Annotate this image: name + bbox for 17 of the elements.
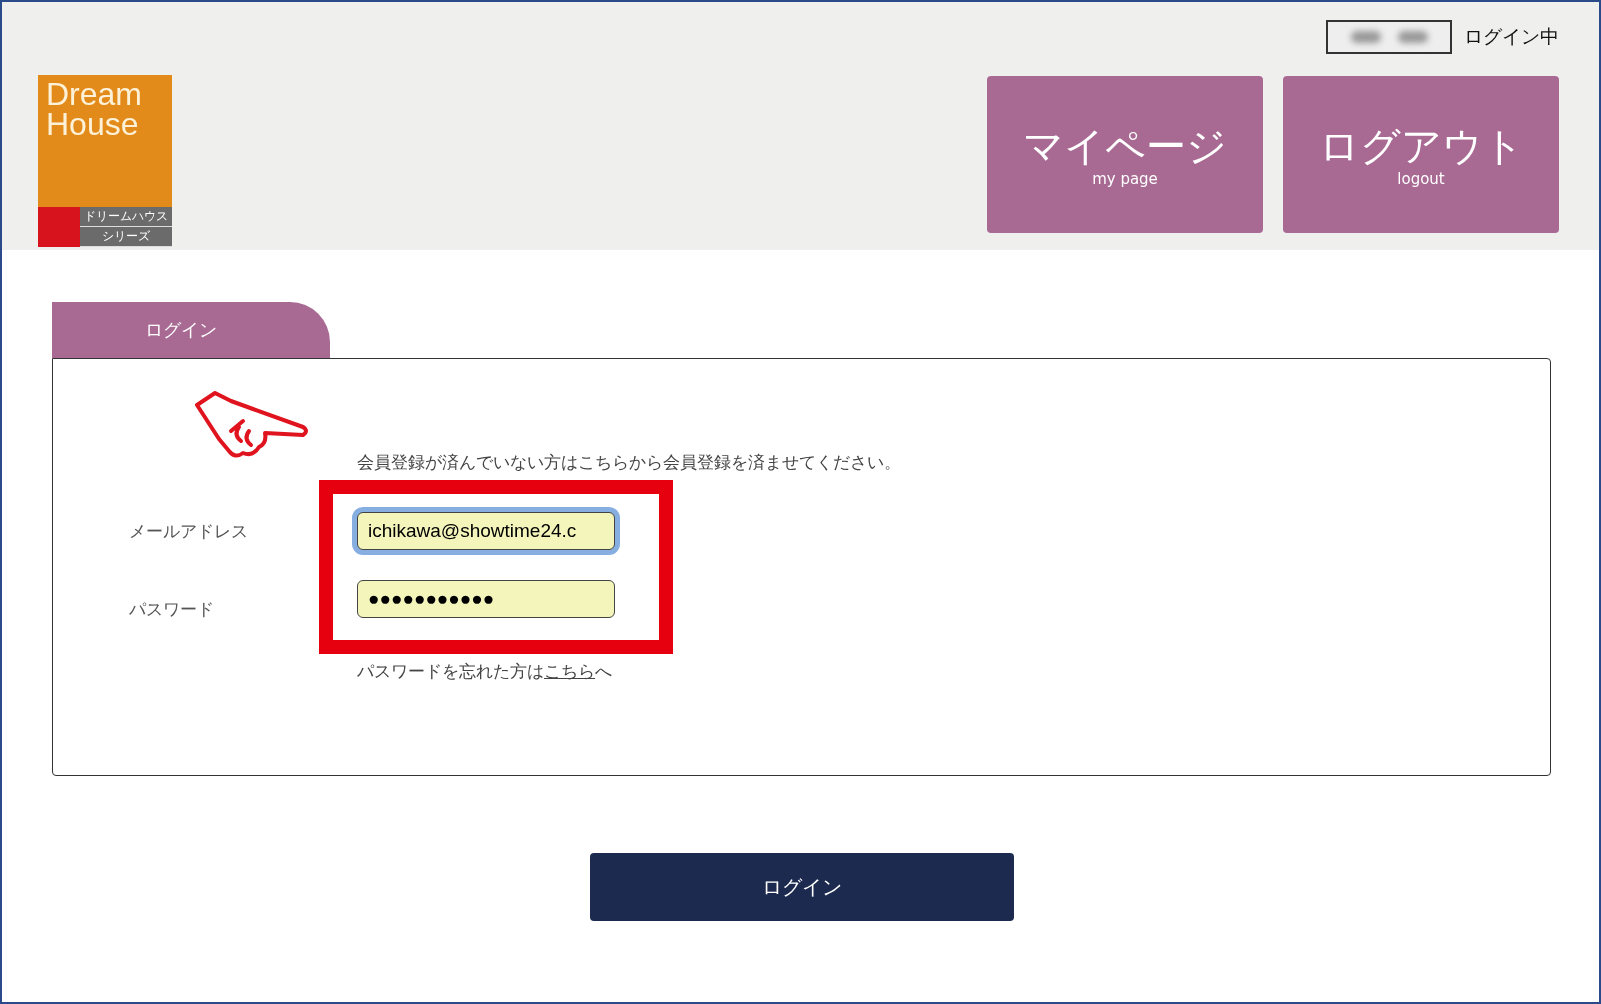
field-label: メールアドレス: [129, 520, 249, 542]
logo-text: House: [46, 109, 140, 139]
logo-square-mark: [38, 207, 80, 247]
forgot-password-text: パスワードを忘れた方はこちらへ: [356, 660, 613, 683]
login-tab[interactable]: ログイン: [52, 302, 330, 358]
login-status: ログイン中: [1464, 24, 1559, 49]
notice-text: 会員登録が済んでいない方はこちらから会員登録を済ませてください。: [356, 451, 902, 474]
logo-text: Dream: [46, 79, 143, 109]
nav-button[interactable]: マイページ my page: [987, 76, 1263, 233]
field-label: パスワード: [129, 598, 215, 620]
input-field[interactable]: ●●●●●●●●●●●: [357, 580, 615, 618]
login-button[interactable]: ログイン: [589, 853, 1014, 921]
nav-button[interactable]: ログアウト logout: [1283, 76, 1559, 233]
input-field[interactable]: ichikawa@showtime24.c: [357, 512, 615, 550]
forgot-link[interactable]: こちら: [544, 661, 595, 681]
logo-subtext: ドリームハウス: [80, 207, 172, 227]
logo-subtext: シリーズ: [80, 227, 172, 247]
